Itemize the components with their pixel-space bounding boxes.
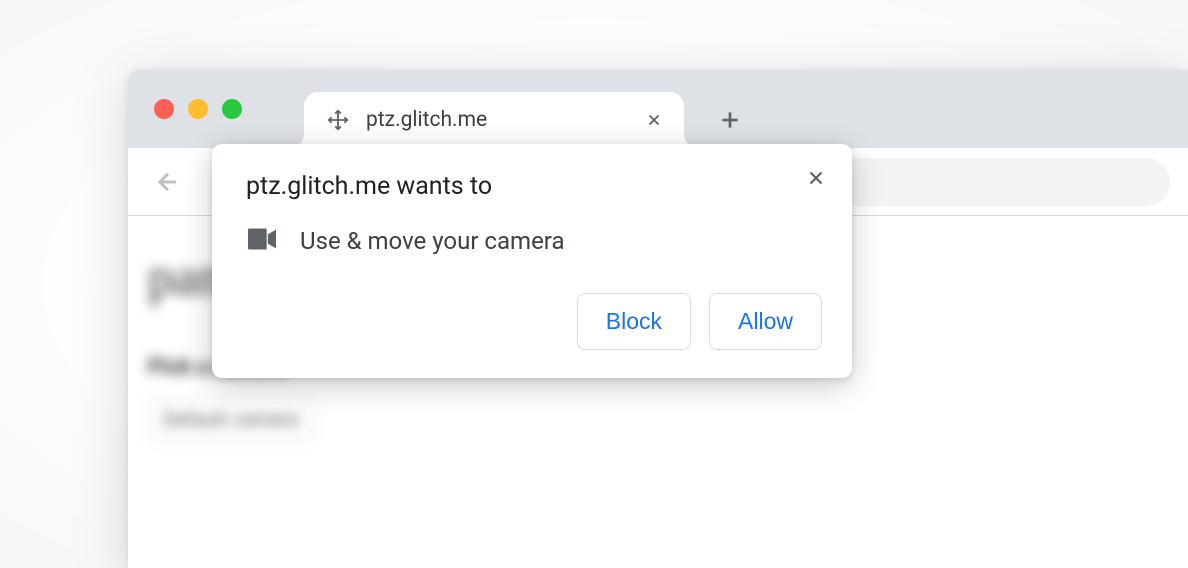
block-button[interactable]: Block (577, 293, 691, 350)
permission-text: Use & move your camera (300, 227, 565, 255)
browser-tab[interactable]: ptz.glitch.me (304, 92, 684, 148)
window-maximize-button[interactable] (222, 99, 242, 119)
camera-select[interactable]: Default camera (148, 398, 314, 440)
dialog-title: ptz.glitch.me wants to (246, 172, 822, 201)
allow-button[interactable]: Allow (709, 293, 822, 350)
window-controls (128, 70, 264, 148)
tab-close-button[interactable] (642, 108, 666, 132)
tab-title: ptz.glitch.me (366, 108, 634, 132)
dialog-buttons: Block Allow (246, 293, 822, 350)
permission-dialog: ptz.glitch.me wants to Use & move your c… (212, 144, 852, 378)
window-close-button[interactable] (154, 99, 174, 119)
move-icon (326, 108, 350, 132)
dialog-close-button[interactable] (802, 164, 830, 192)
camera-icon (248, 228, 276, 254)
permission-row: Use & move your camera (246, 227, 822, 255)
window-minimize-button[interactable] (188, 99, 208, 119)
tab-strip: ptz.glitch.me (128, 70, 1188, 148)
new-tab-button[interactable] (706, 96, 754, 144)
back-button[interactable] (146, 160, 190, 204)
